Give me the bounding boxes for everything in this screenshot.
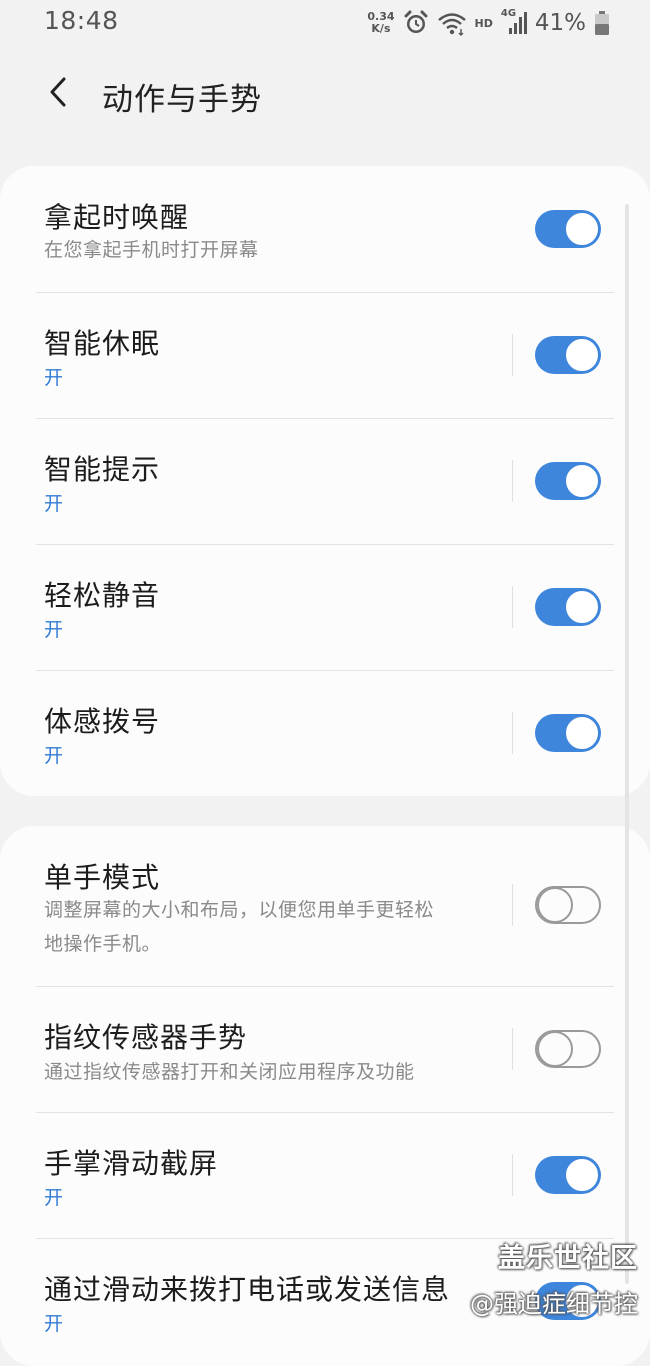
setting-row-smart-stay[interactable]: 智能休眠 开 bbox=[0, 292, 650, 418]
row-divider bbox=[512, 586, 513, 628]
toggle-knob bbox=[564, 463, 600, 499]
alarm-icon bbox=[403, 10, 429, 36]
setting-description: 在您拿起手机时打开屏幕 bbox=[44, 239, 259, 261]
battery-icon bbox=[594, 10, 610, 36]
setting-row-lift-to-wake[interactable]: 拿起时唤醒 在您拿起手机时打开屏幕 bbox=[0, 166, 650, 292]
hd-label: HD bbox=[474, 16, 493, 30]
page-title: 动作与手势 bbox=[102, 82, 262, 118]
signal-icon: 4G bbox=[500, 8, 527, 36]
setting-title: 体感拨号 bbox=[44, 705, 161, 738]
one-handed-mode-toggle[interactable] bbox=[535, 886, 601, 924]
status-icons: 0.34 K/s HD 4G 41% bbox=[367, 6, 610, 40]
back-button[interactable] bbox=[38, 72, 78, 112]
smart-alert-toggle[interactable] bbox=[535, 462, 601, 500]
status-bar: 18:48 0.34 K/s HD 4G 41% bbox=[0, 0, 650, 46]
setting-status: 开 bbox=[44, 367, 64, 389]
net-speed-unit: K/s bbox=[371, 22, 391, 35]
app-header: 动作与手势 bbox=[0, 56, 650, 140]
setting-description-line1: 调整屏幕的大小和布局，以便您用单手更轻松 bbox=[44, 899, 435, 921]
setting-status: 开 bbox=[44, 1187, 64, 1209]
row-divider bbox=[512, 884, 513, 926]
wifi-icon bbox=[437, 10, 467, 36]
setting-row-easy-mute[interactable]: 轻松静音 开 bbox=[0, 544, 650, 670]
toggle-knob bbox=[537, 887, 573, 923]
setting-status: 开 bbox=[44, 493, 64, 515]
fingerprint-gestures-toggle[interactable] bbox=[535, 1030, 601, 1068]
setting-row-direct-call[interactable]: 体感拨号 开 bbox=[0, 670, 650, 796]
setting-title: 通过滑动来拨打电话或发送信息 bbox=[44, 1273, 451, 1306]
toggle-knob bbox=[564, 589, 600, 625]
smart-stay-toggle[interactable] bbox=[535, 336, 601, 374]
toggle-knob bbox=[564, 715, 600, 751]
setting-description-line2: 地操作手机。 bbox=[44, 933, 162, 955]
setting-title: 智能休眠 bbox=[44, 327, 161, 360]
direct-call-toggle[interactable] bbox=[535, 714, 601, 752]
row-divider bbox=[512, 1028, 513, 1070]
easy-mute-toggle[interactable] bbox=[535, 588, 601, 626]
status-time: 18:48 bbox=[44, 6, 119, 35]
lift-to-wake-toggle[interactable] bbox=[535, 210, 601, 248]
setting-title: 轻松静音 bbox=[44, 579, 161, 612]
setting-description: 通过指纹传感器打开和关闭应用程序及功能 bbox=[44, 1061, 415, 1083]
setting-status: 开 bbox=[44, 619, 64, 641]
net-speed: 0.34 K/s bbox=[367, 11, 394, 35]
toggle-knob bbox=[564, 1157, 600, 1193]
setting-row-palm-swipe-capture[interactable]: 手掌滑动截屏 开 bbox=[0, 1112, 650, 1238]
watermark-community: 盖乐世社区 bbox=[498, 1243, 638, 1274]
setting-status: 开 bbox=[44, 1313, 64, 1335]
settings-group-1: 拿起时唤醒 在您拿起手机时打开屏幕 智能休眠 开 智能提示 开 轻松静音 开 体… bbox=[0, 166, 650, 796]
setting-title: 手掌滑动截屏 bbox=[44, 1147, 219, 1180]
setting-title: 拿起时唤醒 bbox=[44, 201, 190, 234]
chevron-left-icon bbox=[50, 77, 66, 107]
row-divider bbox=[512, 460, 513, 502]
setting-row-smart-alert[interactable]: 智能提示 开 bbox=[0, 418, 650, 544]
setting-row-fingerprint-gestures[interactable]: 指纹传感器手势 通过指纹传感器打开和关闭应用程序及功能 bbox=[0, 986, 650, 1112]
setting-title: 单手模式 bbox=[44, 861, 161, 894]
row-divider bbox=[512, 1154, 513, 1196]
network-type: 4G bbox=[500, 8, 517, 19]
battery-percent: 41% bbox=[534, 10, 586, 36]
setting-status: 开 bbox=[44, 745, 64, 767]
row-divider bbox=[512, 712, 513, 754]
scrollbar[interactable] bbox=[625, 204, 629, 1284]
toggle-knob bbox=[537, 1031, 573, 1067]
palm-swipe-capture-toggle[interactable] bbox=[535, 1156, 601, 1194]
setting-title: 指纹传感器手势 bbox=[44, 1021, 248, 1054]
toggle-knob bbox=[564, 337, 600, 373]
toggle-knob bbox=[564, 211, 600, 247]
row-divider bbox=[512, 334, 513, 376]
watermark-author: @强迫症细节控 bbox=[470, 1290, 638, 1318]
setting-row-one-handed-mode[interactable]: 单手模式 调整屏幕的大小和布局，以便您用单手更轻松 地操作手机。 bbox=[0, 826, 650, 986]
setting-title: 智能提示 bbox=[44, 453, 161, 486]
